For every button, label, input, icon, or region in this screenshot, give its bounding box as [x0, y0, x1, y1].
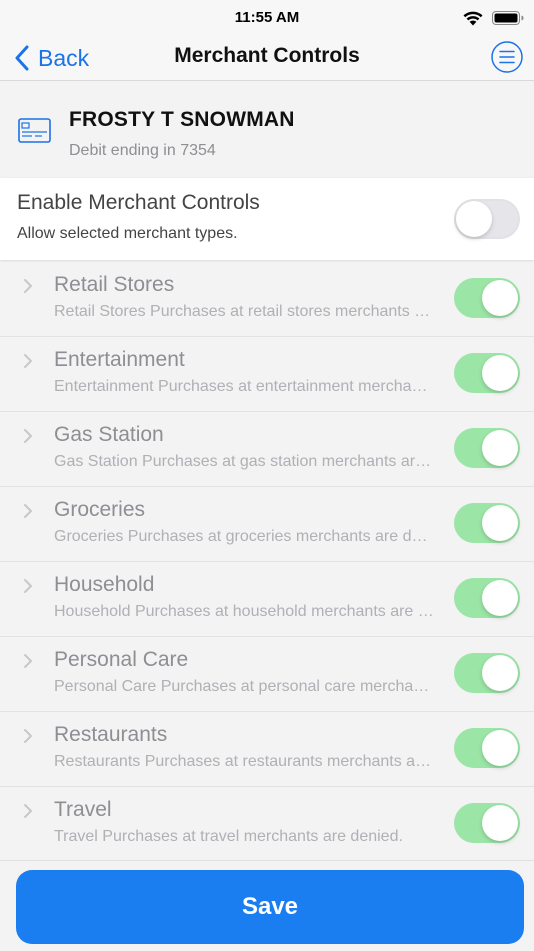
- list-item-retail-stores[interactable]: Retail Stores Retail Stores Purchases at…: [0, 262, 534, 337]
- enable-subtitle: Allow selected merchant types.: [17, 225, 238, 242]
- category-description: Gas Station Purchases at gas station mer…: [54, 453, 434, 470]
- category-toggle[interactable]: [454, 803, 520, 843]
- category-toggle[interactable]: [454, 428, 520, 468]
- category-name: Gas Station: [54, 423, 164, 446]
- footer: Save: [0, 860, 534, 951]
- category-toggle[interactable]: [454, 653, 520, 693]
- list-item-restaurants[interactable]: Restaurants Restaurants Purchases at res…: [0, 712, 534, 787]
- category-name: Entertainment: [54, 348, 185, 371]
- category-toggle[interactable]: [454, 728, 520, 768]
- list-item-gas-station[interactable]: Gas Station Gas Station Purchases at gas…: [0, 412, 534, 487]
- card-header: FROSTY T SNOWMAN Debit ending in 7354: [0, 81, 534, 177]
- category-toggle[interactable]: [454, 503, 520, 543]
- list-item-travel[interactable]: Travel Travel Purchases at travel mercha…: [0, 787, 534, 862]
- category-name: Household: [54, 573, 155, 596]
- save-button[interactable]: Save: [16, 870, 524, 944]
- navigation-bar: Back Merchant Controls: [0, 36, 534, 81]
- toggle-knob: [482, 280, 518, 316]
- status-bar: 11:55 AM: [0, 0, 534, 36]
- category-description: Retail Stores Purchases at retail stores…: [54, 303, 434, 320]
- category-name: Retail Stores: [54, 273, 175, 296]
- category-toggle[interactable]: [454, 353, 520, 393]
- battery-icon: [492, 11, 524, 25]
- toggle-knob: [482, 430, 518, 466]
- category-name: Travel: [54, 798, 112, 821]
- category-description: Personal Care Purchases at personal care…: [54, 678, 434, 695]
- toggle-knob: [482, 655, 518, 691]
- category-description: Household Purchases at household merchan…: [54, 603, 434, 620]
- chevron-right-icon: [24, 279, 32, 293]
- enable-merchant-controls-toggle[interactable]: [454, 199, 520, 239]
- wifi-icon: [463, 11, 483, 26]
- category-toggle[interactable]: [454, 278, 520, 318]
- chevron-right-icon: [24, 729, 32, 743]
- enable-title: Enable Merchant Controls: [17, 191, 260, 214]
- chevron-right-icon: [24, 804, 32, 818]
- toggle-knob: [482, 805, 518, 841]
- list-item-personal-care[interactable]: Personal Care Personal Care Purchases at…: [0, 637, 534, 712]
- category-description: Travel Purchases at travel merchants are…: [54, 828, 403, 845]
- toggle-knob: [482, 580, 518, 616]
- list-item-household[interactable]: Household Household Purchases at househo…: [0, 562, 534, 637]
- toggle-knob: [482, 355, 518, 391]
- status-time: 11:55 AM: [234, 9, 300, 26]
- toggle-knob: [482, 505, 518, 541]
- chevron-right-icon: [24, 654, 32, 668]
- category-name: Groceries: [54, 498, 146, 521]
- toggle-knob: [456, 201, 492, 237]
- chevron-right-icon: [24, 579, 32, 593]
- category-toggle[interactable]: [454, 578, 520, 618]
- chevron-right-icon: [24, 354, 32, 368]
- category-name: Restaurants: [54, 723, 168, 746]
- list-item-entertainment[interactable]: Entertainment Entertainment Purchases at…: [0, 337, 534, 412]
- menu-circle-icon[interactable]: [491, 41, 523, 73]
- category-description: Restaurants Purchases at restaurants mer…: [54, 753, 434, 770]
- merchant-category-list: Retail Stores Retail Stores Purchases at…: [0, 262, 534, 862]
- page-title: Merchant Controls: [174, 44, 360, 67]
- enable-merchant-controls-row: Enable Merchant Controls Allow selected …: [0, 178, 534, 260]
- list-item-groceries[interactable]: Groceries Groceries Purchases at groceri…: [0, 487, 534, 562]
- category-description: Entertainment Purchases at entertainment…: [54, 378, 434, 395]
- toggle-knob: [482, 730, 518, 766]
- card-subtitle: Debit ending in 7354: [69, 142, 216, 159]
- chevron-right-icon: [24, 429, 32, 443]
- category-description: Groceries Purchases at groceries merchan…: [54, 528, 434, 545]
- card-holder-name: FROSTY T SNOWMAN: [69, 108, 295, 131]
- category-name: Personal Care: [54, 648, 189, 671]
- chevron-right-icon: [24, 504, 32, 518]
- credit-card-icon: [18, 118, 51, 143]
